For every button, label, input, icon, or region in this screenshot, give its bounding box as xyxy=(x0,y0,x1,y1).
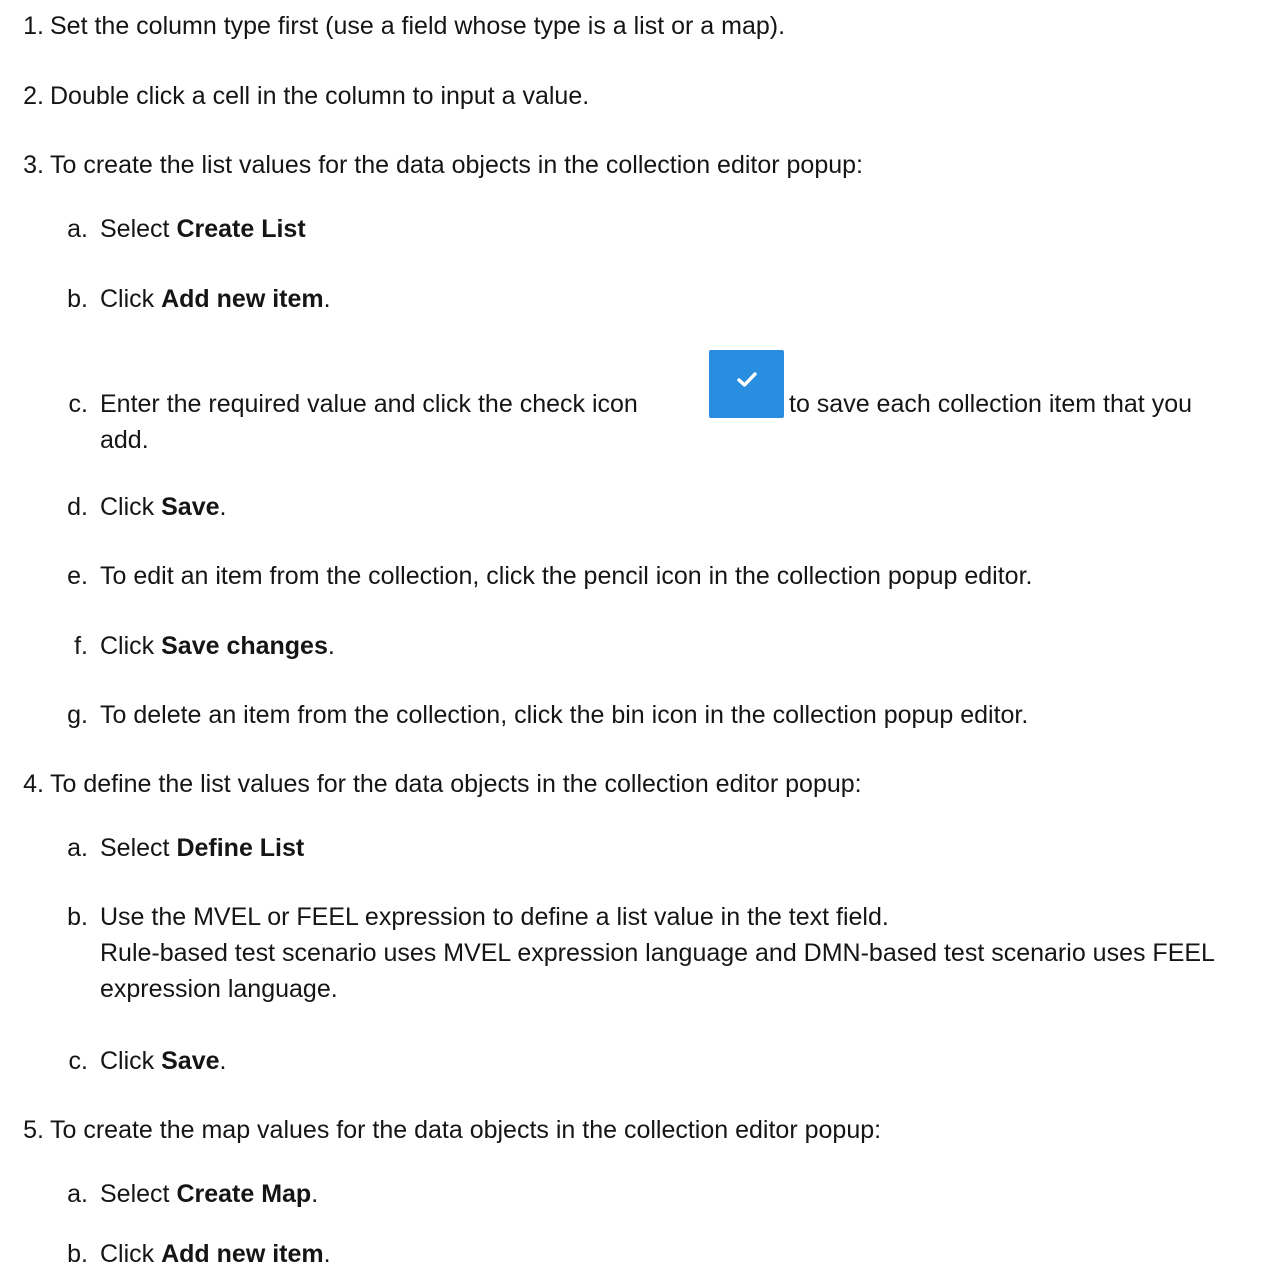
step-number: 4. xyxy=(23,770,44,798)
procedure-document: 1. Set the column type first (use a fiel… xyxy=(0,0,1263,1273)
step-number: 1. xyxy=(23,12,44,40)
ui-label-save: Save xyxy=(161,493,220,521)
substep-text: Click Save changes. xyxy=(100,632,335,660)
step-number: 2. xyxy=(23,82,44,110)
substep-letter: c. xyxy=(68,390,88,418)
step-text: To define the list values for the data o… xyxy=(50,770,862,798)
substep-letter: b. xyxy=(67,285,88,313)
substep-text: To edit an item from the collection, cli… xyxy=(100,562,1033,590)
step-text: Double click a cell in the column to inp… xyxy=(50,82,590,110)
ui-label-create-map: Create Map xyxy=(176,1180,312,1208)
ui-label-save-changes: Save changes xyxy=(161,632,328,660)
substep-text: Click Add new item. xyxy=(100,285,331,313)
substep-text: Use the MVEL or FEEL expression to defin… xyxy=(100,899,1243,1007)
substep-note: Rule-based test scenario uses MVEL expre… xyxy=(100,939,1215,1003)
substep-letter: b. xyxy=(67,903,88,931)
step-text: Set the column type first (use a field w… xyxy=(50,12,786,40)
substep-text: Select Create List xyxy=(100,215,306,243)
substep-letter: a. xyxy=(67,215,88,243)
substep-letter: f. xyxy=(74,632,88,660)
ui-label-add-new-item: Add new item xyxy=(161,1240,324,1268)
step-text: To create the list values for the data o… xyxy=(50,151,863,179)
substep-text: Select Create Map. xyxy=(100,1180,319,1208)
substep-text-wrap: add. xyxy=(100,426,149,454)
substep-text: Click Save. xyxy=(100,493,227,521)
ui-label-define-list: Define List xyxy=(176,834,305,862)
substep-text: Click Add new item. xyxy=(100,1240,331,1268)
substep-text: Click Save. xyxy=(100,1047,227,1075)
step-number: 3. xyxy=(23,151,44,179)
substep-letter: c. xyxy=(68,1047,88,1075)
substep-letter: b. xyxy=(67,1240,88,1268)
substep-letter: d. xyxy=(67,493,88,521)
ui-label-create-list: Create List xyxy=(176,215,306,243)
substep-letter: e. xyxy=(67,562,88,590)
substep-letter: a. xyxy=(67,1180,88,1208)
ui-label-save: Save xyxy=(161,1047,220,1075)
step-number: 5. xyxy=(23,1116,44,1144)
substep-text: Select Define List xyxy=(100,834,305,862)
step-text: To create the map values for the data ob… xyxy=(50,1116,882,1144)
substep-text-continued: to save each collection item that you xyxy=(789,390,1193,418)
check-icon xyxy=(709,350,784,418)
substep-line: Use the MVEL or FEEL expression to defin… xyxy=(100,903,889,931)
substep-letter: a. xyxy=(67,834,88,862)
substep-letter: g. xyxy=(67,701,88,729)
substep-text: To delete an item from the collection, c… xyxy=(100,701,1029,729)
ui-label-add-new-item: Add new item xyxy=(161,285,324,313)
